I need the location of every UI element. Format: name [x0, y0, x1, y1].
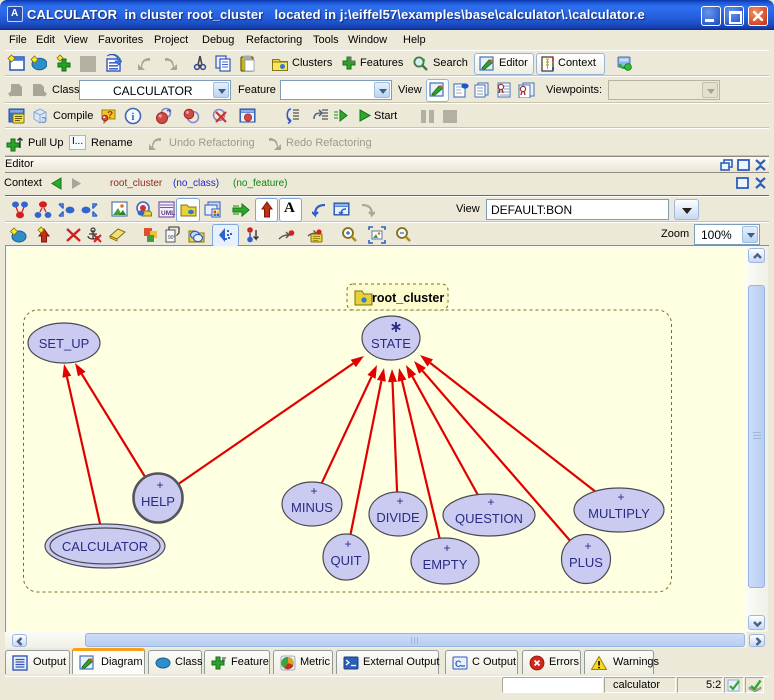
svg-text:MINUS: MINUS	[291, 500, 333, 515]
svg-text:+: +	[310, 484, 317, 498]
svg-text:+: +	[487, 495, 494, 509]
svg-text:QUIT: QUIT	[330, 553, 361, 568]
svg-text:90°: 90°	[168, 235, 176, 241]
svg-text:EMPTY: EMPTY	[423, 557, 468, 572]
svg-text:DIVIDE: DIVIDE	[376, 510, 420, 525]
svg-text:MULTIPLY: MULTIPLY	[588, 506, 650, 521]
svg-text:HELP: HELP	[141, 494, 175, 509]
svg-text:+: +	[584, 539, 591, 553]
svg-text:+: +	[396, 494, 403, 508]
svg-text:?: ?	[107, 110, 113, 121]
svg-text:STATE: STATE	[371, 336, 411, 351]
svg-text:root_cluster: root_cluster	[372, 291, 444, 305]
svg-text:+: +	[617, 490, 624, 504]
svg-text:QUESTION: QUESTION	[455, 511, 523, 526]
svg-text:+: +	[443, 541, 450, 555]
svg-text:C: C	[455, 659, 462, 669]
svg-text:+: +	[344, 537, 351, 551]
svg-text:UML: UML	[161, 210, 175, 217]
svg-text:PLUS: PLUS	[569, 555, 603, 570]
svg-text:i: i	[131, 111, 134, 123]
svg-text:SET_UP: SET_UP	[39, 336, 90, 351]
svg-text:CALCULATOR: CALCULATOR	[62, 539, 148, 554]
svg-text:+: +	[156, 478, 163, 492]
